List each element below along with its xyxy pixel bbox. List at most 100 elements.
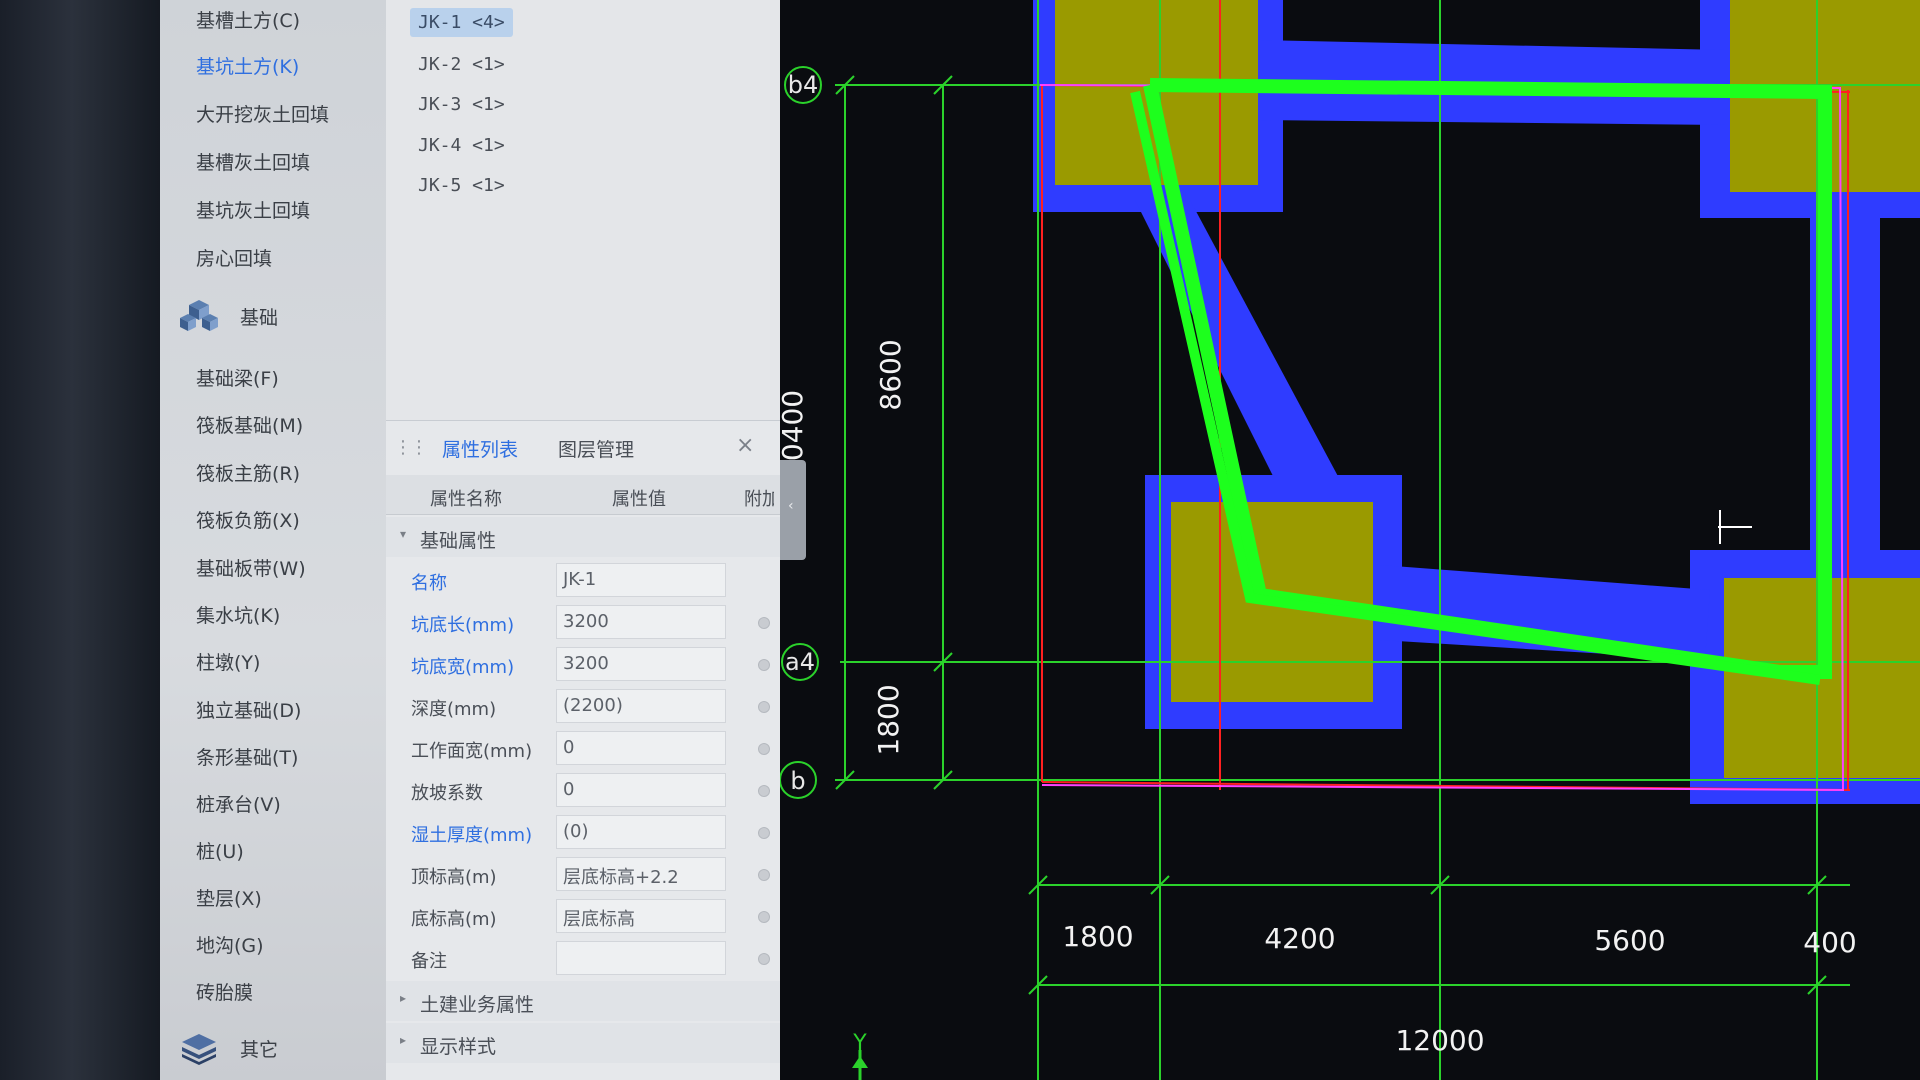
attach-checkbox[interactable]: [758, 659, 770, 671]
member-list: JK-1 <4> JK-2 <1> JK-3 <1> JK-4 <1> JK-5…: [386, 0, 780, 420]
member-item[interactable]: JK-1 <4>: [410, 8, 513, 37]
header-extra: 附加: [744, 489, 774, 510]
attach-checkbox[interactable]: [758, 911, 770, 923]
tree-item-foundation-strip[interactable]: 基础板带(W): [196, 554, 306, 581]
property-tabs: ⋮⋮ 属性列表 图层管理 ×: [386, 421, 780, 471]
tab-layer-management[interactable]: 图层管理: [558, 435, 634, 462]
tree-item-open-excavation-backfill[interactable]: 大开挖灰土回填: [196, 100, 329, 127]
property-value-input[interactable]: [556, 941, 726, 975]
tree-item-pile-cap[interactable]: 桩承台(V): [196, 790, 281, 817]
dim-v-bottom: 1800: [872, 684, 905, 755]
property-value-input[interactable]: 层底标高+2.2: [556, 857, 726, 891]
drag-handle-icon[interactable]: ⋮⋮: [394, 437, 428, 458]
screen-bezel: [0, 0, 160, 1080]
attach-checkbox[interactable]: [758, 785, 770, 797]
expand-arrow-icon: ▸: [400, 991, 407, 1005]
attach-checkbox[interactable]: [758, 743, 770, 755]
property-value-input[interactable]: (2200): [556, 689, 726, 723]
property-value-input[interactable]: 3200: [556, 647, 726, 681]
tree-item-raft-foundation[interactable]: 筏板基础(M): [196, 411, 303, 438]
property-value-input[interactable]: 0: [556, 773, 726, 807]
property-value-input[interactable]: 3200: [556, 605, 726, 639]
dim-h-2: 4200: [1264, 922, 1335, 955]
cubes-icon: [178, 298, 220, 334]
app-window: 基槽土方(C) 基坑土方(K) 大开挖灰土回填 基槽灰土回填 基坑灰土回填 房心…: [0, 0, 1920, 1080]
member-item[interactable]: JK-3 <1>: [410, 90, 513, 119]
tree-item-sump-pit[interactable]: 集水坑(K): [196, 601, 280, 628]
tree-item-strip-footing[interactable]: 条形基础(T): [196, 743, 298, 770]
tree-item-room-backfill[interactable]: 房心回填: [196, 244, 272, 271]
component-tree: 基槽土方(C) 基坑土方(K) 大开挖灰土回填 基槽灰土回填 基坑灰土回填 房心…: [160, 0, 528, 1080]
layers-icon: [178, 1030, 220, 1066]
header-property-value: 属性值: [612, 489, 666, 510]
tree-item-raft-negative-rebar[interactable]: 筏板负筋(X): [196, 506, 300, 533]
tree-item-cushion[interactable]: 垫层(X): [196, 884, 262, 911]
section-title: 显示样式: [420, 1036, 497, 1058]
chevron-left-icon: ‹: [788, 498, 794, 514]
tree-group-label: 其它: [240, 1038, 279, 1061]
collapse-arrow-icon: ▾: [400, 527, 407, 541]
header-property-name: 属性名称: [430, 489, 502, 510]
tree-item-trench[interactable]: 地沟(G): [196, 931, 264, 958]
dim-h-total: 12000: [1395, 1024, 1484, 1057]
dim-v-top: 8600: [874, 339, 907, 410]
property-name: 放坡系数: [411, 783, 483, 804]
tab-property-list[interactable]: 属性列表: [442, 435, 518, 462]
tree-group-label: 基础: [240, 306, 279, 329]
close-icon[interactable]: ×: [736, 433, 754, 458]
property-name: 坑底长(mm): [411, 615, 515, 636]
property-row: 工作面宽(mm) 0: [386, 727, 780, 769]
property-value-input[interactable]: 层底标高: [556, 899, 726, 933]
property-row: 顶标高(m) 层底标高+2.2: [386, 853, 780, 895]
cad-canvas[interactable]: b4 a4 b 8600 1800 .0400 1800 4200 5600 4…: [780, 0, 1920, 1080]
tree-item-brick-form[interactable]: 砖胎膜: [196, 978, 253, 1005]
tree-group-other[interactable]: 其它: [178, 1026, 378, 1070]
drawing-svg[interactable]: b4 a4 b 8600 1800 .0400 1800 4200 5600 4…: [780, 0, 1920, 1080]
property-name: 名称: [411, 573, 447, 594]
tree-item-raft-main-rebar[interactable]: 筏板主筋(R): [196, 459, 300, 486]
panel-collapse-button[interactable]: ‹: [780, 460, 806, 560]
tree-group-foundation[interactable]: 基础: [178, 294, 378, 338]
member-item[interactable]: JK-5 <1>: [410, 171, 513, 200]
tree-item-pit-earthwork[interactable]: 基坑土方(K): [196, 52, 299, 79]
property-name: 坑底宽(mm): [411, 657, 515, 678]
axis-label-a4: a4: [785, 648, 815, 676]
section-display-style[interactable]: ▸ 显示样式: [386, 1023, 780, 1063]
axis-label-b4: b4: [788, 71, 819, 99]
section-title: 土建业务属性: [420, 994, 535, 1016]
property-value-input[interactable]: JK-1: [556, 563, 726, 597]
tree-item-trench-backfill[interactable]: 基槽灰土回填: [196, 148, 310, 175]
axis-label-b: b: [790, 767, 805, 795]
property-value-input[interactable]: (0): [556, 815, 726, 849]
section-basic-properties[interactable]: ▾ 基础属性: [386, 517, 780, 557]
attach-checkbox[interactable]: [758, 827, 770, 839]
tree-item-pit-backfill[interactable]: 基坑灰土回填: [196, 196, 310, 223]
dim-v-total: .0400: [780, 390, 809, 470]
tree-item-isolated-footing[interactable]: 独立基础(D): [196, 696, 301, 723]
member-item[interactable]: JK-2 <1>: [410, 50, 513, 79]
crosshair-cursor-icon: [1718, 510, 1752, 544]
section-title: 基础属性: [420, 530, 497, 552]
tree-item-column-pier[interactable]: 柱墩(Y): [196, 648, 260, 675]
y-axis-label: Y: [852, 1031, 867, 1056]
section-civil-properties[interactable]: ▸ 土建业务属性: [386, 981, 780, 1021]
dim-h-3: 5600: [1594, 924, 1665, 957]
property-name: 工作面宽(mm): [411, 741, 533, 762]
tree-item-foundation-beam[interactable]: 基础梁(F): [196, 364, 279, 391]
property-name: 备注: [411, 951, 447, 972]
tree-item-pile[interactable]: 桩(U): [196, 837, 244, 864]
property-panel: ⋮⋮ 属性列表 图层管理 × 属性名称 属性值 附加 ▾ 基础属性 名称 JK-…: [386, 420, 780, 1080]
expand-arrow-icon: ▸: [400, 1033, 407, 1047]
member-item[interactable]: JK-4 <1>: [410, 131, 513, 160]
property-row: 底标高(m) 层底标高: [386, 895, 780, 937]
attach-checkbox[interactable]: [758, 953, 770, 965]
attach-checkbox[interactable]: [758, 869, 770, 881]
property-value-input[interactable]: 0: [556, 731, 726, 765]
tree-item-trench-earthwork[interactable]: 基槽土方(C): [196, 6, 300, 33]
property-name: 深度(mm): [411, 699, 497, 720]
attach-checkbox[interactable]: [758, 617, 770, 629]
attach-checkbox[interactable]: [758, 701, 770, 713]
dim-h-4: 400: [1803, 926, 1856, 959]
property-table-header: 属性名称 属性值 附加: [386, 475, 780, 515]
property-row: 放坡系数 0: [386, 769, 780, 811]
